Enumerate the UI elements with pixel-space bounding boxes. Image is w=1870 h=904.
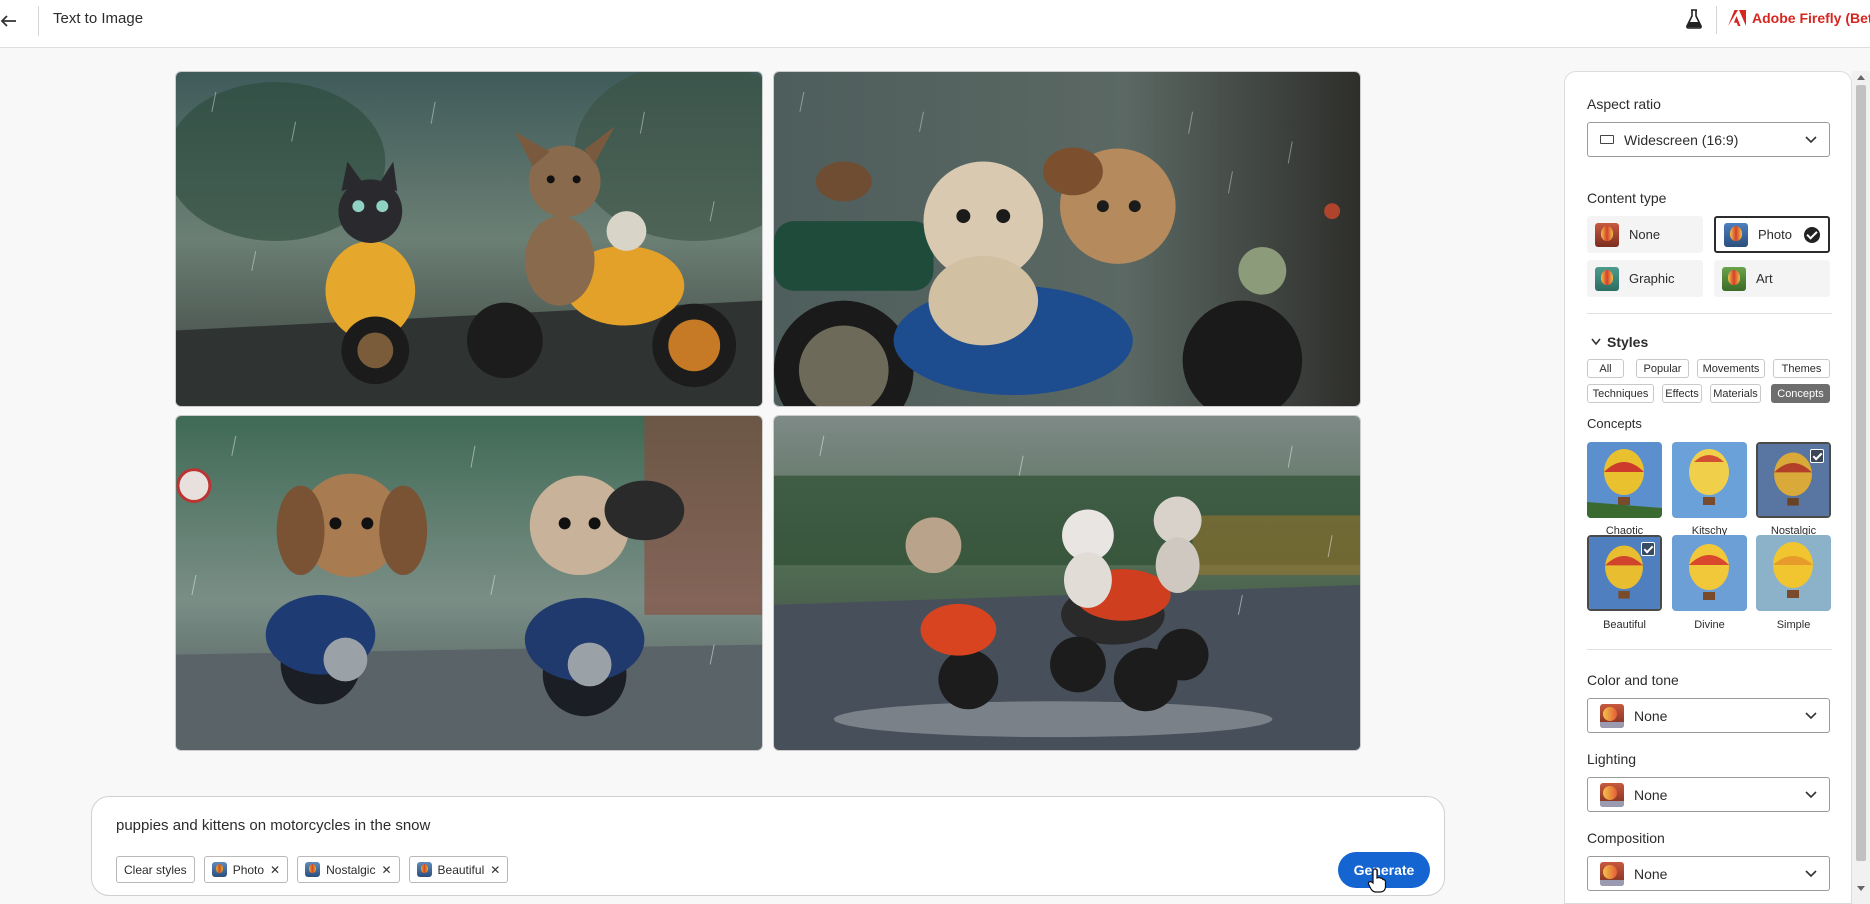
- content-type-graphic[interactable]: Graphic: [1587, 260, 1703, 297]
- style-tag-techniques[interactable]: Techniques: [1587, 384, 1654, 403]
- concept-kitschy[interactable]: [1672, 442, 1747, 518]
- app-header: Text to Image Adobe Firefly (Beta): [0, 0, 1870, 48]
- brand-name: Adobe Firefly (Beta): [1752, 10, 1870, 26]
- panel-scrollbar[interactable]: [1852, 71, 1870, 904]
- style-chip-beautiful: Beautiful ✕: [408, 856, 509, 883]
- generated-image-2[interactable]: [773, 71, 1361, 407]
- chevron-down-icon: [1805, 869, 1817, 877]
- content-type-art-label: Art: [1756, 271, 1773, 286]
- back-arrow-icon[interactable]: [0, 10, 22, 32]
- remove-chip-icon[interactable]: ✕: [270, 863, 280, 877]
- style-chip-photo: Photo ✕: [203, 856, 289, 883]
- header-divider: [38, 6, 39, 36]
- scroll-up-arrow-icon[interactable]: [1856, 73, 1866, 83]
- style-tag-materials[interactable]: Materials: [1710, 384, 1761, 403]
- brand-link[interactable]: Adobe Firefly (Beta): [1728, 9, 1870, 27]
- panel-divider: [1587, 313, 1832, 314]
- chevron-down-icon: [1805, 711, 1817, 719]
- concept-nostalgic[interactable]: [1756, 442, 1831, 518]
- settings-panel: Aspect ratio Widescreen (16:9) Content t…: [1564, 71, 1852, 904]
- composition-label: Composition: [1587, 830, 1665, 846]
- content-type-photo[interactable]: Photo: [1714, 216, 1830, 253]
- aspect-ratio-select[interactable]: Widescreen (16:9): [1587, 122, 1830, 157]
- concept-simple-label: Simple: [1776, 619, 1811, 631]
- balloon-thumbnail-icon: [1600, 782, 1624, 807]
- page-title: Text to Image: [53, 10, 144, 27]
- generated-image-1[interactable]: [175, 71, 763, 407]
- concept-beautiful-label: Beautiful: [1603, 619, 1646, 631]
- checkbox-checked-icon: [1810, 449, 1824, 463]
- concept-chaotic[interactable]: [1587, 442, 1662, 518]
- prompt-bar: puppies and kittens on motorcycles in th…: [91, 796, 1445, 896]
- style-chip-nostalgic: Nostalgic ✕: [297, 856, 400, 883]
- content-type-none[interactable]: None: [1587, 216, 1703, 253]
- balloon-thumbnail-icon: [1595, 266, 1619, 291]
- content-type-art[interactable]: Art: [1714, 260, 1830, 297]
- widescreen-icon: [1600, 135, 1614, 144]
- beaker-icon[interactable]: [1685, 9, 1703, 29]
- concept-beautiful[interactable]: [1587, 535, 1662, 611]
- concepts-label: Concepts: [1587, 416, 1642, 431]
- style-tag-all[interactable]: All: [1587, 359, 1624, 378]
- content-type-label: Content type: [1587, 190, 1667, 206]
- image-grid: [175, 71, 1362, 752]
- generated-image-3[interactable]: [175, 415, 763, 751]
- hand-cursor-icon: [1367, 868, 1387, 893]
- clear-styles-button[interactable]: Clear styles: [116, 856, 195, 883]
- aspect-ratio-label: Aspect ratio: [1587, 96, 1661, 112]
- chip-label: Photo: [232, 862, 265, 877]
- content-type-graphic-label: Graphic: [1629, 271, 1675, 286]
- style-tag-themes[interactable]: Themes: [1773, 359, 1830, 378]
- checkbox-checked-icon: [1641, 542, 1655, 556]
- composition-select[interactable]: None: [1587, 856, 1830, 891]
- remove-chip-icon[interactable]: ✕: [381, 863, 391, 877]
- balloon-thumbnail-icon: [305, 862, 321, 877]
- chevron-down-icon: [1805, 790, 1817, 798]
- styles-toggle[interactable]: Styles: [1591, 334, 1648, 350]
- color-tone-select[interactable]: None: [1587, 698, 1830, 733]
- concept-divine-label: Divine: [1694, 619, 1725, 631]
- style-tag-movements[interactable]: Movements: [1697, 359, 1765, 378]
- style-tag-concepts[interactable]: Concepts: [1771, 384, 1830, 403]
- scroll-down-arrow-icon[interactable]: [1856, 883, 1866, 893]
- color-tone-value: None: [1634, 707, 1668, 724]
- chevron-down-icon: [1591, 338, 1601, 346]
- styles-label: Styles: [1607, 334, 1649, 350]
- panel-divider: [1587, 649, 1832, 650]
- content-type-none-label: None: [1629, 227, 1661, 242]
- adobe-logo-icon: [1728, 10, 1746, 26]
- lighting-label: Lighting: [1587, 751, 1637, 767]
- balloon-thumbnail-icon: [1600, 861, 1624, 886]
- header-divider: [1716, 6, 1717, 34]
- chip-label: Beautiful: [437, 862, 485, 877]
- prompt-input[interactable]: puppies and kittens on motorcycles in th…: [116, 817, 430, 834]
- balloon-thumbnail-icon: [1600, 703, 1624, 728]
- chevron-down-icon: [1805, 135, 1817, 143]
- scrollbar-thumb[interactable]: [1856, 85, 1866, 861]
- balloon-thumbnail-icon: [1595, 222, 1619, 247]
- content-type-photo-label: Photo: [1758, 227, 1792, 242]
- aspect-ratio-value: Widescreen (16:9): [1624, 131, 1739, 148]
- style-tag-effects[interactable]: Effects: [1662, 384, 1702, 403]
- generated-image-4[interactable]: [773, 415, 1361, 751]
- remove-chip-icon[interactable]: ✕: [490, 863, 500, 877]
- balloon-thumbnail-icon: [211, 862, 227, 877]
- lighting-value: None: [1634, 786, 1668, 803]
- concept-divine[interactable]: [1672, 535, 1747, 611]
- balloon-thumbnail-icon: [416, 862, 432, 877]
- concept-simple[interactable]: [1756, 535, 1831, 611]
- lighting-select[interactable]: None: [1587, 777, 1830, 812]
- composition-value: None: [1634, 865, 1668, 882]
- chip-label: Nostalgic: [326, 862, 376, 877]
- balloon-thumbnail-icon: [1724, 222, 1748, 247]
- style-tag-popular[interactable]: Popular: [1636, 359, 1689, 378]
- check-circle-icon: [1804, 227, 1820, 243]
- style-chips: Clear styles Photo ✕ Nostalgic ✕ Beautif…: [116, 856, 509, 883]
- balloon-thumbnail-icon: [1722, 266, 1746, 291]
- color-tone-label: Color and tone: [1587, 672, 1679, 688]
- clear-styles-label: Clear styles: [124, 862, 187, 877]
